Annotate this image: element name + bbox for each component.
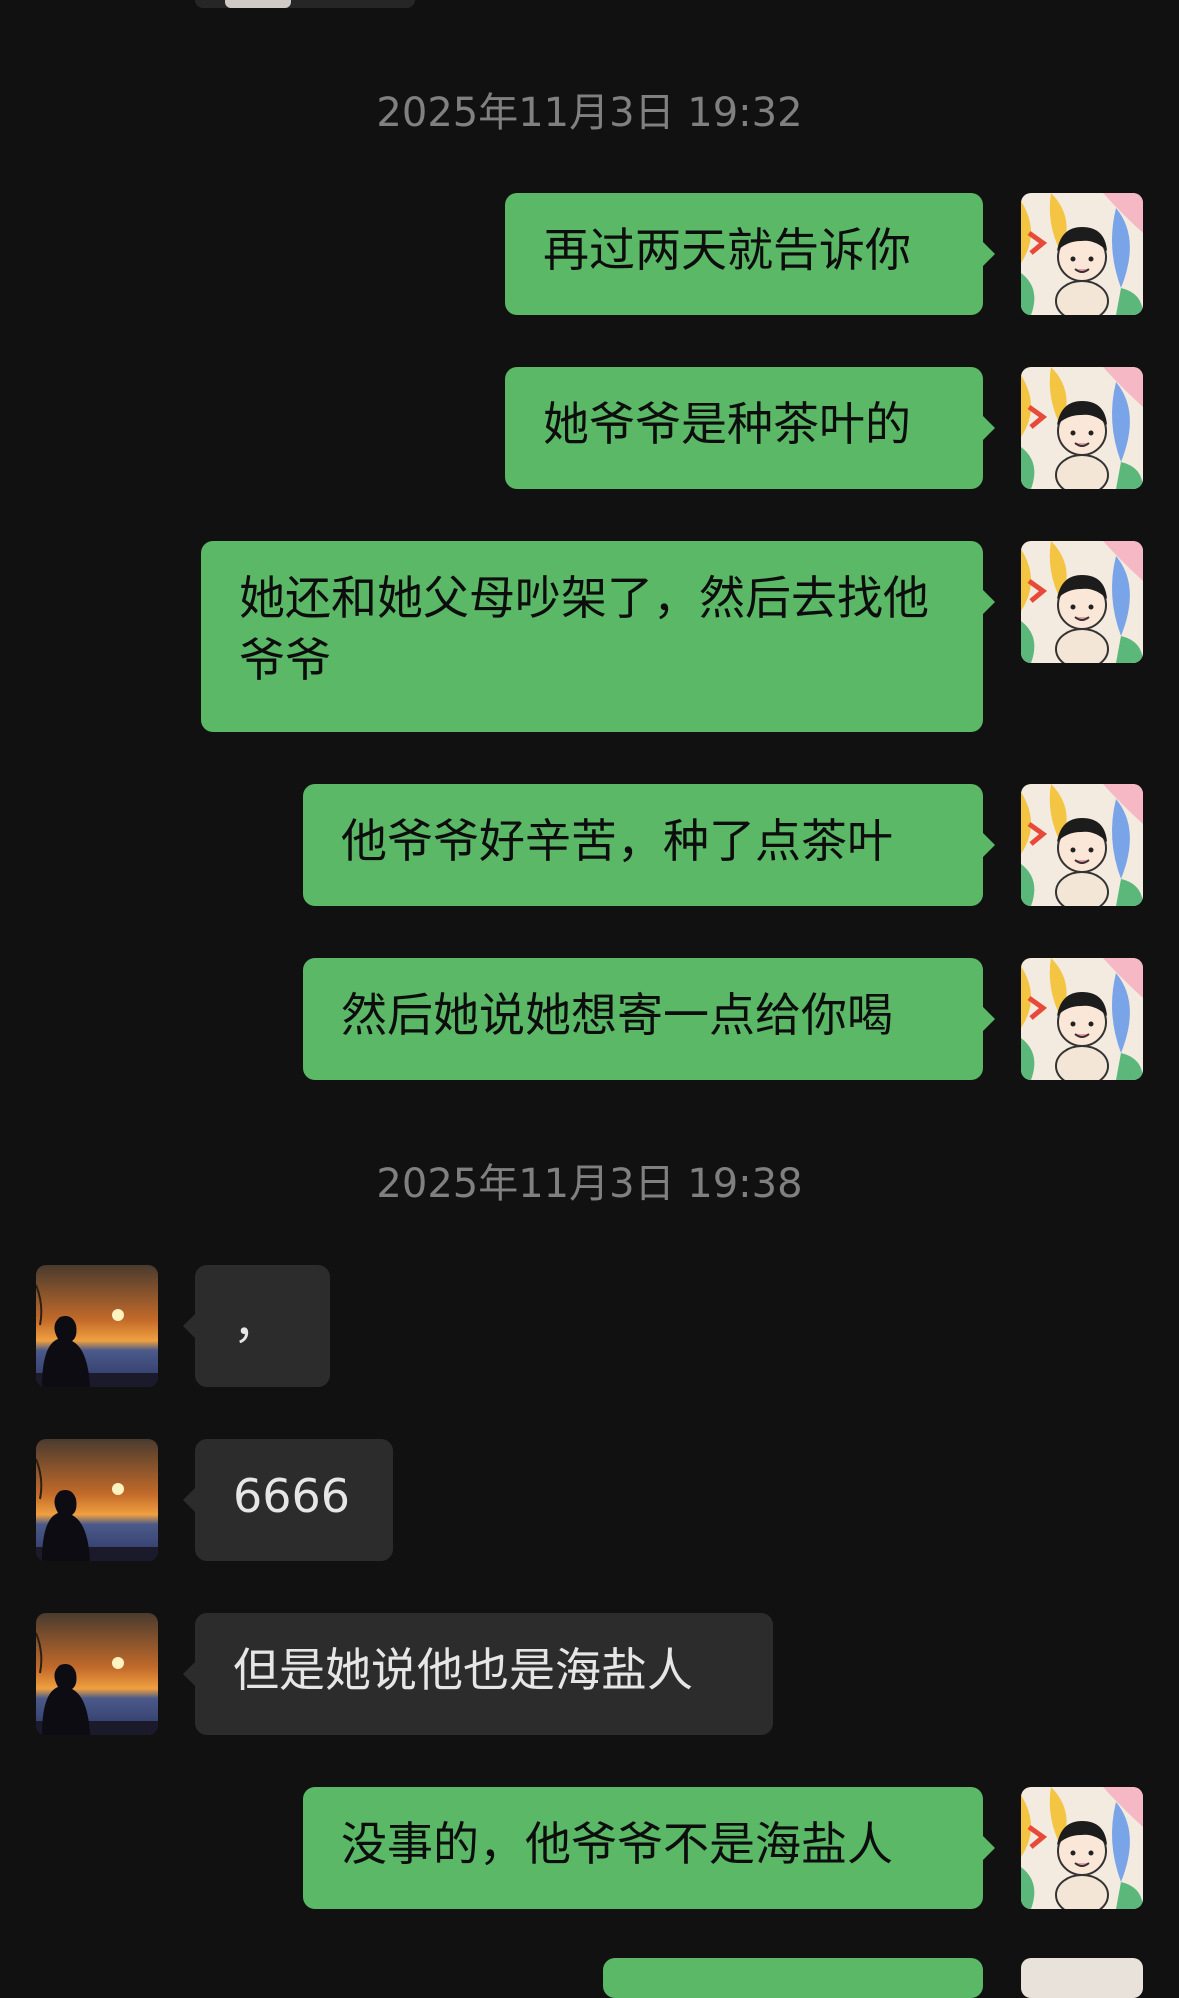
message-bubble-incoming[interactable]: 但是她说他也是海盐人 <box>183 1613 773 1735</box>
contact-avatar-sunset-silhouette-avatar-icon[interactable] <box>36 1439 158 1561</box>
my-avatar-cartoon-boy-avatar-icon[interactable] <box>1021 1787 1143 1909</box>
my-avatar-cartoon-boy-avatar-icon[interactable] <box>1021 1958 1143 1998</box>
contact-avatar-sunset-silhouette-avatar-icon[interactable] <box>36 1265 158 1387</box>
message-timestamp: 2025年11月3日 19:32 <box>376 90 803 136</box>
message-row-outgoing: 没事的，他爷爷不是海盐人 <box>0 1787 1179 1909</box>
message-text: 再过两天就告诉你 <box>543 223 911 277</box>
message-bubble-outgoing[interactable]: 再过两天就告诉你 <box>505 193 995 315</box>
my-avatar-cartoon-boy-avatar-icon[interactable] <box>1021 193 1143 315</box>
message-row-incoming: 但是她说他也是海盐人 <box>0 1613 1179 1735</box>
bubble-tail <box>183 1661 196 1687</box>
bubble-tail <box>183 1487 196 1513</box>
bubble-tail <box>982 832 995 858</box>
message-text: ， <box>233 1295 279 1349</box>
message-bubble-incoming[interactable]: 6666 <box>183 1439 393 1561</box>
my-avatar-cartoon-boy-avatar-icon[interactable] <box>1021 367 1143 489</box>
bubble-tail <box>982 415 995 441</box>
message-text: 她爷爷是种茶叶的 <box>543 397 911 451</box>
my-avatar-cartoon-boy-avatar-icon[interactable] <box>1021 784 1143 906</box>
message-row-outgoing: 她还和她父母吵架了，然后去找他爷爷 <box>0 541 1179 732</box>
message-row-outgoing: 然后她说她想寄一点给你喝 <box>0 958 1179 1080</box>
message-text: 没事的，他爷爷不是海盐人 <box>341 1817 893 1871</box>
my-avatar-cartoon-boy-avatar-icon[interactable] <box>1021 541 1143 663</box>
contact-avatar-sunset-silhouette-avatar-icon[interactable] <box>36 1613 158 1735</box>
message-row-outgoing: 再过两天就告诉你 <box>0 193 1179 315</box>
message-row-outgoing: 她爷爷是种茶叶的 <box>0 367 1179 489</box>
bubble-tail <box>982 1006 995 1032</box>
bubble-tail <box>183 1313 196 1339</box>
message-text: 他爷爷好辛苦，种了点茶叶 <box>341 814 893 868</box>
message-bubble-outgoing[interactable]: 她还和她父母吵架了，然后去找他爷爷 <box>201 541 995 732</box>
chat-message-list[interactable]: 2025年11月3日 19:32 再过两天就告诉你 她爷爷是种茶叶的 她还和她父… <box>0 0 1179 1998</box>
message-timestamp: 2025年11月3日 19:38 <box>376 1161 803 1207</box>
next-message-bubble[interactable] <box>603 1958 983 1998</box>
bubble-tail <box>982 241 995 267</box>
message-row-incoming: ， <box>0 1265 1179 1387</box>
message-row-incoming: 6666 <box>0 1439 1179 1561</box>
my-avatar-cartoon-boy-avatar-icon[interactable] <box>1021 958 1143 1080</box>
bubble-tail <box>982 589 995 615</box>
message-text: 但是她说他也是海盐人 <box>233 1643 693 1697</box>
message-text: 她还和她父母吵架了，然后去找他爷爷 <box>239 571 929 687</box>
previous-message-image-thumbnail[interactable] <box>225 0 291 8</box>
message-text: 然后她说她想寄一点给你喝 <box>341 988 893 1042</box>
message-bubble-outgoing[interactable]: 然后她说她想寄一点给你喝 <box>303 958 995 1080</box>
bubble-tail <box>982 1835 995 1861</box>
message-text: 6666 <box>233 1469 351 1523</box>
message-row-outgoing: 他爷爷好辛苦，种了点茶叶 <box>0 784 1179 906</box>
message-bubble-incoming[interactable]: ， <box>183 1265 330 1387</box>
message-bubble-outgoing[interactable]: 没事的，他爷爷不是海盐人 <box>303 1787 995 1909</box>
message-bubble-outgoing[interactable]: 她爷爷是种茶叶的 <box>505 367 995 489</box>
message-bubble-outgoing[interactable]: 他爷爷好辛苦，种了点茶叶 <box>303 784 995 906</box>
